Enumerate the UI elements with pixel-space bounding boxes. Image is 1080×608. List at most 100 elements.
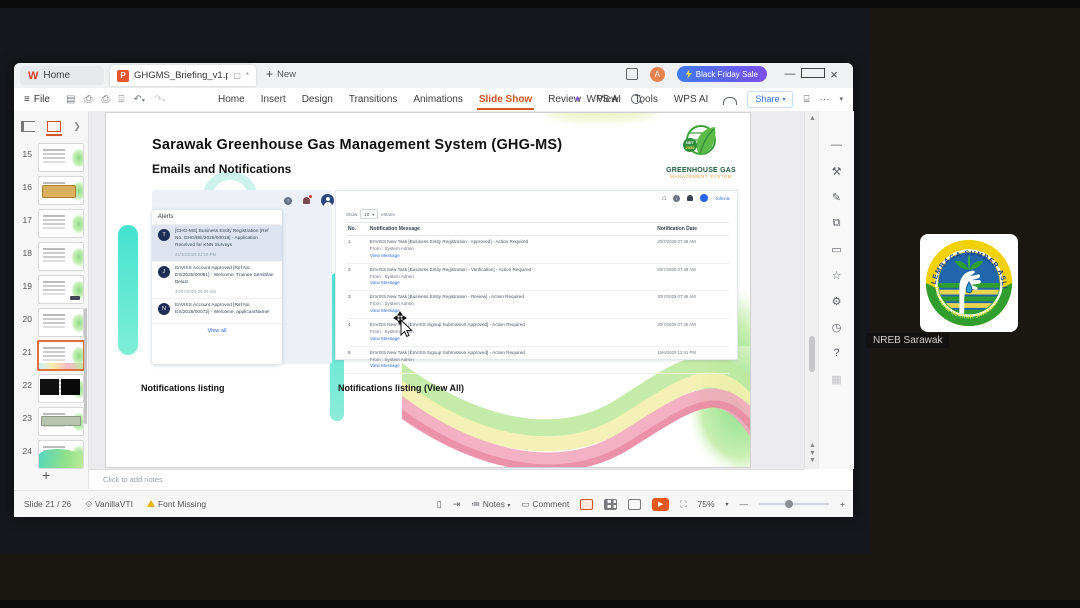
print-preview-icon[interactable]: ⌹ [118,94,124,105]
promo-button[interactable]: Black Friday Sale [676,66,767,82]
ribbon-layout-icon[interactable]: ⌸ [803,94,809,105]
participant-tile[interactable]: LEMBAGA SUMBER ASLI DAN ALAM SEKITAR SAR… [862,222,1078,348]
minimize-button[interactable]: — [779,68,801,80]
slide-canvas[interactable]: Sarawak Greenhouse Gas Management System… [105,112,751,468]
undo-icon[interactable]: ↶▾ [133,94,144,105]
alert-item[interactable]: N EnVISS Account Approved [Ref No. ES/20… [152,299,282,324]
sidebar-icon[interactable]: ▭ [819,243,854,256]
menu-tab[interactable]: Design [294,88,341,110]
menu-tab[interactable]: Transitions [341,88,406,110]
slide-thumbnail[interactable]: 16 [14,174,88,207]
warning-icon [146,500,155,507]
reading-view-icon[interactable] [628,498,642,510]
notes-toggle[interactable]: ≔ Notes ▾ [471,499,510,510]
expand-panel-icon[interactable]: ❯ [73,121,81,132]
scrollbar-thumb[interactable] [809,336,815,372]
zoom-level[interactable]: 75% [698,499,715,509]
search-icon[interactable] [631,94,641,104]
print-icon[interactable]: ⎙ [101,94,109,105]
zoom-slider-thumb[interactable] [785,500,794,508]
comment-button[interactable]: ▭ Comment [521,499,569,510]
scroll-up-icon[interactable]: ▲ [809,115,816,122]
slide-view-icon[interactable] [46,120,63,136]
wps-ai-label[interactable]: WPS AI [587,94,621,105]
ppt-file-icon: P [117,69,129,82]
slide-thumbnail[interactable]: 24 [14,438,88,471]
table-row: 5 EnVISS New Task [EnVISS Signup Submiss… [346,346,729,375]
menu-tab[interactable]: Slide Show [471,88,540,110]
scroll-down-icons[interactable]: ▲ ▼ ▼ [809,442,816,465]
add-slide-button[interactable]: + [42,467,50,483]
redo-icon[interactable]: ↷▾ [154,94,165,105]
sidebar-icon[interactable]: ✎ [819,191,854,204]
sidebar-icon[interactable]: ⚒ [819,165,854,178]
outline-view-icon[interactable] [21,120,36,132]
sidebar-icon[interactable]: ⧉ [819,217,854,230]
sidebar-icon[interactable]: ▦ [819,373,854,386]
window-layout-icon[interactable] [625,68,638,80]
slide-thumbnail[interactable]: 23 [14,405,88,438]
slideshow-play-button[interactable]: ▶ [652,497,670,511]
file-menu[interactable]: ≡ File [24,88,50,110]
menu-tab[interactable]: WPS AI [666,88,716,110]
slide-number: 18 [22,248,32,258]
sidebar-icon[interactable]: ◷ [819,321,854,334]
export-icon[interactable]: ⎙ [84,94,92,105]
slide-thumbnail[interactable]: 17 [14,207,88,240]
font-missing-warning[interactable]: Font Missing [146,499,206,509]
slide-thumbnail[interactable]: 18 [14,240,88,273]
view-message-link[interactable]: View Message [370,363,653,370]
page-size-select[interactable]: 10 ▾ [360,209,379,219]
notification-date: 30/7/2025 07:46 AM [655,290,729,320]
sidebar-icon[interactable]: ⚙ [819,295,854,308]
menu-tab[interactable]: Insert [253,88,294,110]
tab-home[interactable]: W Home [20,66,104,85]
slide-number: 17 [22,215,32,225]
slide-thumbnail[interactable]: 21 [14,339,88,372]
new-tab-button[interactable]: + New [266,67,296,81]
normal-view-icon[interactable] [580,498,594,510]
workspace-scrollbar[interactable]: ▲ ▲ ▼ ▼ [804,111,819,469]
notes-bar[interactable]: Click to add notes [89,469,804,491]
menu-tab[interactable]: Home [210,88,253,110]
tab-document[interactable]: P GHGMS_Briefing_v1.pptx ▢ * [110,65,256,86]
theme-name[interactable]: ⟐ VanillaVTI [85,499,133,510]
sidebar-icon[interactable]: ? [819,347,854,359]
alert-item[interactable]: T [GHG-MS] Business Entity Registration … [152,225,282,262]
user-avatar [700,194,709,202]
menu-tab[interactable]: Animations [405,88,470,110]
share-button[interactable]: Share ▾ [747,90,794,108]
view-message-link[interactable]: View Message [370,253,653,260]
cloud-sync-icon[interactable] [723,97,738,105]
view-all-link[interactable]: View all [152,324,282,338]
caption-right: Notifications listing (View All) [338,383,465,393]
fit-slide-icon[interactable]: ⛶ [680,499,686,510]
jump-icon[interactable]: ⇥ [453,499,461,510]
alert-text: EnVISS Account Approved [Ref No. ES/2025… [175,302,270,315]
more-options-icon[interactable]: ··· [819,94,829,105]
zoom-out-button[interactable]: — [740,499,749,509]
ghg-globe-leaf-icon: NET 2050 [683,125,716,155]
account-avatar[interactable]: A [649,66,665,82]
maximize-button[interactable] [801,67,825,81]
zoom-slider[interactable] [759,500,830,508]
close-button[interactable]: × [823,67,845,82]
zoom-chevron-icon[interactable]: ▾ [726,501,729,508]
meeting-screen: W Home P GHGMS_Briefing_v1.pptx ▢ * + Ne… [0,0,1080,608]
view-message-link[interactable]: View Message [370,280,653,287]
slide-sorter-icon[interactable] [604,498,618,510]
sidebar-icon[interactable]: — [819,139,854,151]
pane-icon[interactable]: ▯ [437,499,442,510]
right-sidebar: — ⚒ ✎ ⧉ ▭ ☆ ⚙ ◷ ? ▦ [818,111,854,469]
slide-thumbnail[interactable]: 15 [14,141,88,174]
slide-thumbnail[interactable]: 22 [14,372,88,405]
sidebar-icon[interactable]: ☆ [819,269,854,282]
zoom-in-button[interactable]: + [840,499,845,509]
slide-thumbnail[interactable]: 19 [14,273,88,306]
slide-thumbnail[interactable]: 20 [14,306,88,339]
alert-item[interactable]: J EnVISS Account Approved [Ref No. ES/20… [152,262,282,299]
collapse-ribbon-icon[interactable]: ▾ [839,95,843,103]
save-icon[interactable]: ▤ [66,94,75,105]
thumbnail-scrollbar[interactable] [84,308,87,424]
slide-preview [38,209,84,238]
